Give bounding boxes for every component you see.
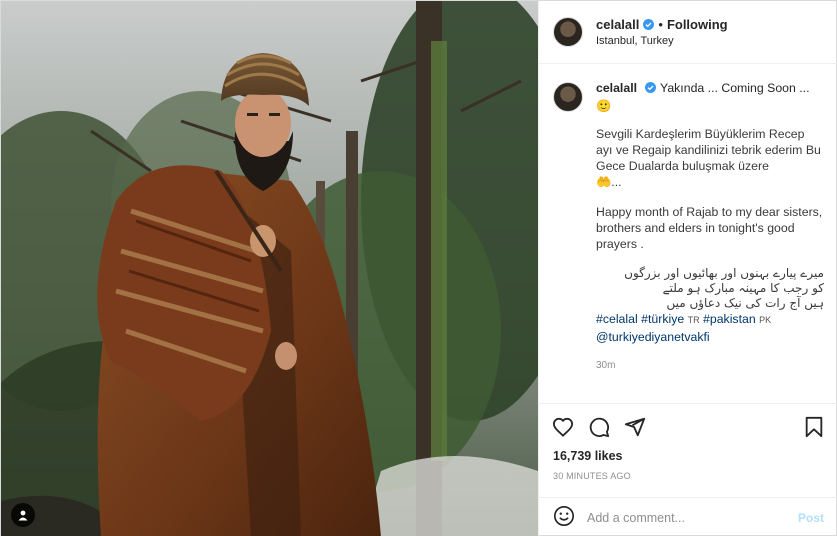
comment-input[interactable] <box>587 510 798 525</box>
caption-line1: Yakında ... Coming Soon ... <box>660 81 810 95</box>
caption-timestamp[interactable]: 30m <box>596 358 824 374</box>
post-timestamp[interactable]: 30 MINUTES AGO <box>539 467 837 489</box>
separator-dot: • <box>658 17 663 32</box>
header-top-line: celalall • Following <box>596 17 728 32</box>
username-link[interactable]: celalall <box>596 17 639 32</box>
country-code: PK <box>759 315 772 325</box>
caption-urdu: میرے پیارے بہنوں اور بھائیوں اور بزرگوں … <box>596 266 824 311</box>
verified-badge-icon <box>645 82 657 93</box>
add-comment-bar: Post <box>539 497 837 536</box>
hashtag-link[interactable]: #pakistan <box>703 312 756 326</box>
caption-turkish: Sevgili Kardeşlerim Büyüklerim Recep ayı… <box>596 126 824 190</box>
heart-icon <box>552 417 574 437</box>
paper-plane-icon <box>624 417 646 436</box>
comment-button[interactable] <box>587 415 611 439</box>
person-tag-icon <box>18 510 28 521</box>
instagram-post: celalall • Following Istanbul, Turkey ce… <box>0 0 837 536</box>
post-image <box>1 1 538 536</box>
mention-link[interactable]: @turkiyediyanetvakfi <box>596 330 710 344</box>
avatar[interactable] <box>553 17 583 47</box>
caption-username-link[interactable]: celalall <box>596 81 637 95</box>
action-bar <box>539 403 837 449</box>
caption-urdu-line3: ہیں آج رات کی نیک دعاؤں میں <box>666 296 824 310</box>
bookmark-icon <box>805 416 823 437</box>
caption-hashtags: #celalal #türkiye TR #pakistan PK @turki… <box>596 311 824 346</box>
tag-people-button[interactable] <box>11 503 35 527</box>
caption-first-line: celalall Yakında ... Coming Soon ... 🙂 <box>596 80 824 114</box>
post-header: celalall • Following Istanbul, Turkey <box>539 1 837 64</box>
smiley-icon[interactable] <box>553 505 575 530</box>
avatar[interactable] <box>553 82 583 112</box>
likes-count[interactable]: 16,739 likes <box>539 449 837 467</box>
caption-urdu-line1: میرے پیارے بہنوں اور بھائیوں اور بزرگوں <box>624 266 824 280</box>
post-comment-button[interactable]: Post <box>798 511 824 525</box>
post-photo[interactable] <box>1 1 538 536</box>
save-button[interactable] <box>802 415 826 439</box>
hashtag-link[interactable]: #celalal <box>596 312 638 326</box>
caption-comment: celalall Yakında ... Coming Soon ... 🙂 Se… <box>553 80 824 374</box>
location-link[interactable]: Istanbul, Turkey <box>596 35 728 47</box>
caption-urdu-line2: کو رجب کا مہینہ مبارک ہو ملتے <box>662 281 824 295</box>
post-sidebar: celalall • Following Istanbul, Turkey ce… <box>538 1 837 536</box>
caption-emoji2: 🤲... <box>596 175 622 189</box>
hashtag-link[interactable]: #türkiye <box>641 312 684 326</box>
caption-turkish-text: Sevgili Kardeşlerim Büyüklerim Recep ayı… <box>596 127 821 173</box>
caption-english: Happy month of Rajab to my dear sisters,… <box>596 205 823 251</box>
comment-bubble-icon <box>589 417 610 437</box>
header-text: celalall • Following Istanbul, Turkey <box>596 17 728 47</box>
like-button[interactable] <box>551 415 575 439</box>
country-code: TR <box>687 315 700 325</box>
share-button[interactable] <box>623 415 647 439</box>
following-button[interactable]: Following <box>667 17 728 32</box>
verified-badge-icon <box>643 19 655 30</box>
comments-area: celalall Yakında ... Coming Soon ... 🙂 Se… <box>539 64 837 403</box>
caption-emoji1: 🙂 <box>596 99 612 113</box>
caption-body: celalall Yakında ... Coming Soon ... 🙂 Se… <box>596 80 824 374</box>
